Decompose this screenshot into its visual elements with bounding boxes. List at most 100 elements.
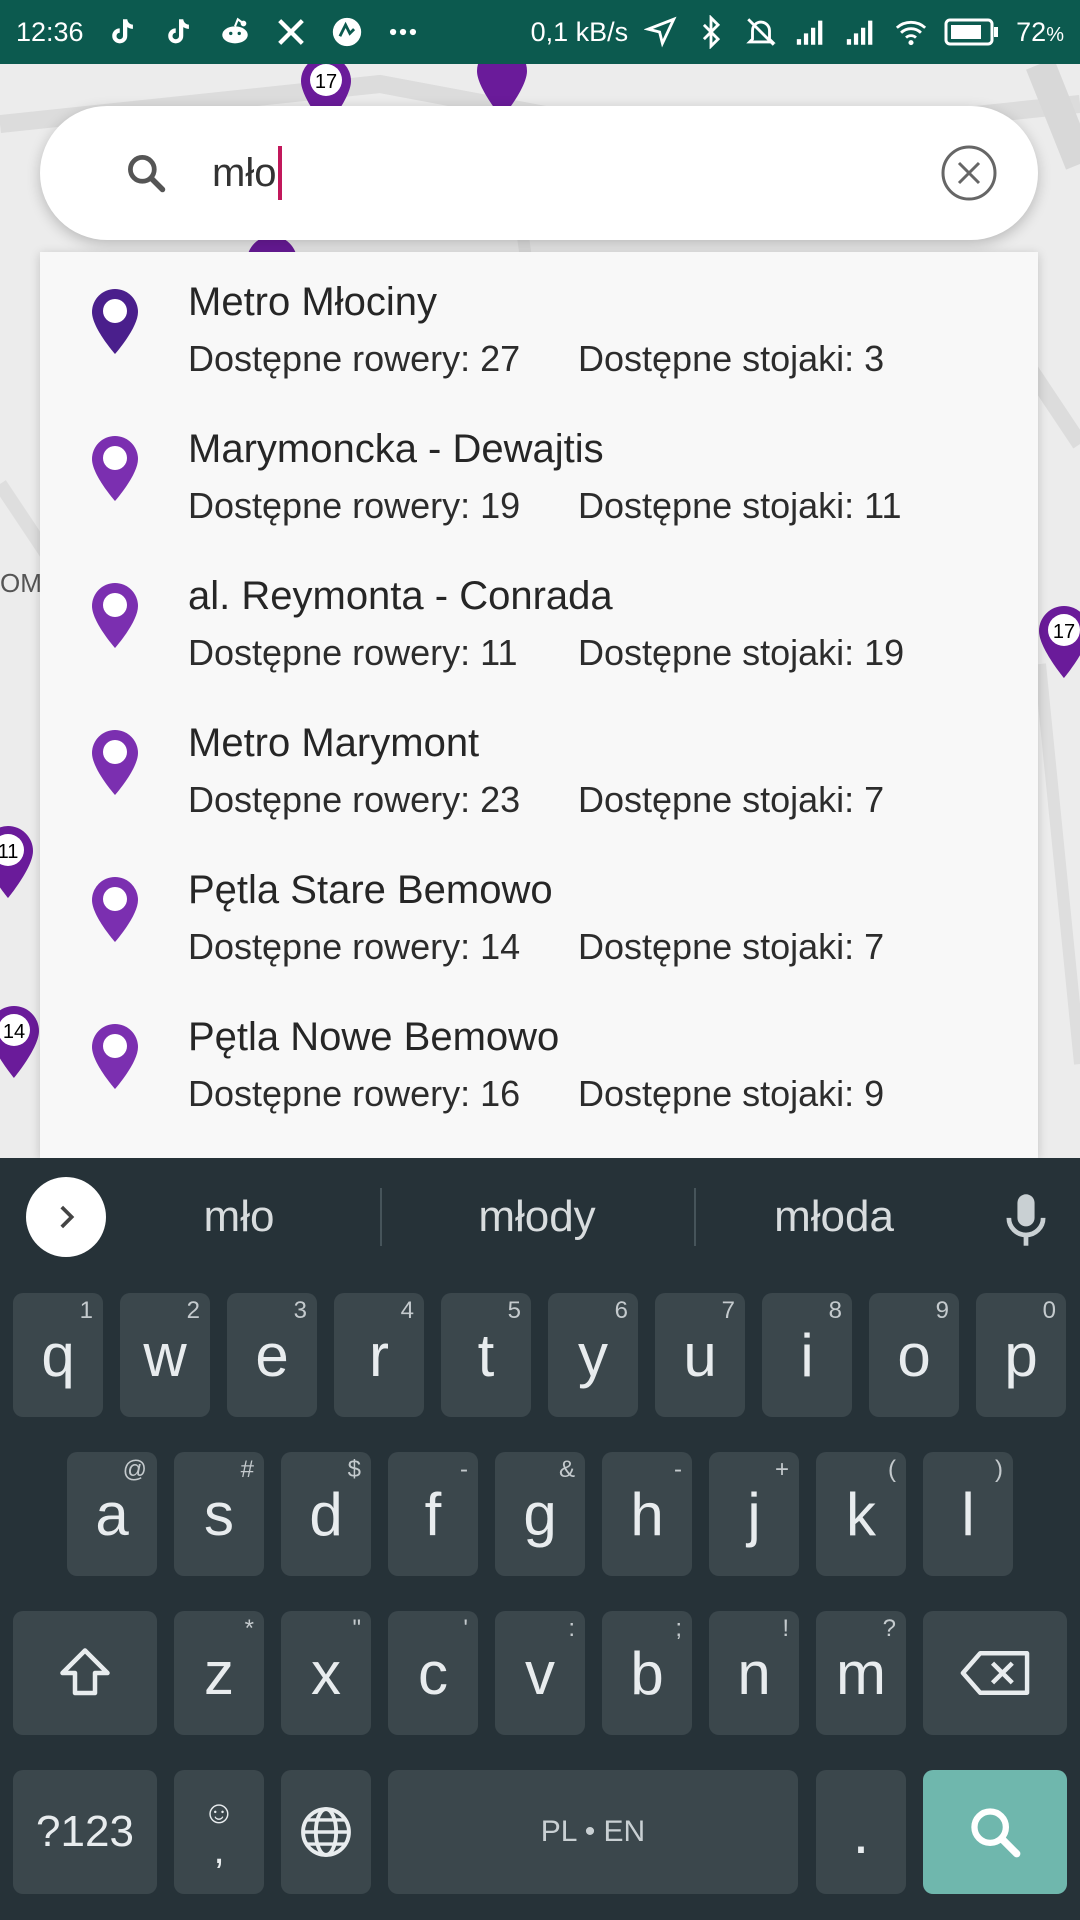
key-i[interactable]: i8 [762, 1293, 852, 1417]
suggestions-list: Metro Młociny Dostępne rowery: 27 Dostęp… [40, 252, 1038, 1158]
location-pin-icon [92, 436, 138, 501]
clear-circle-icon[interactable] [940, 144, 998, 202]
period-key[interactable]: . [816, 1770, 906, 1894]
symbols-key[interactable]: ?123 [13, 1770, 157, 1894]
map-place-label: OM [0, 568, 42, 598]
key-m[interactable]: m? [816, 1611, 906, 1735]
tiktok-icon [167, 19, 189, 44]
map-station-pin[interactable]: 14 [0, 1004, 42, 1080]
key-h[interactable]: h- [602, 1452, 692, 1576]
key-r[interactable]: r4 [334, 1293, 424, 1417]
shift-key[interactable] [13, 1611, 157, 1735]
station-name: Pętla Stare Bemowo [188, 868, 553, 912]
search-icon [128, 155, 166, 193]
suggestion-item[interactable]: al. Reymonta - Conrada Dostępne rowery: … [40, 546, 1038, 693]
map-station-pin[interactable]: 17 [1036, 604, 1080, 680]
signal-icon [846, 20, 873, 45]
chevron-right-icon [60, 1205, 75, 1229]
available-bikes: Dostępne rowery: 14 [188, 926, 521, 967]
backspace-key[interactable] [923, 1611, 1067, 1735]
available-racks: Dostępne stojaki: 9 [578, 1073, 885, 1114]
key-v[interactable]: v: [495, 1611, 585, 1735]
key-t[interactable]: t5 [441, 1293, 531, 1417]
wifi-icon [896, 20, 927, 46]
map-pin-count: 17 [315, 71, 337, 93]
backspace-icon [960, 1651, 1030, 1695]
key-d[interactable]: d $ [281, 1452, 371, 1576]
key-w[interactable]: w2 [120, 1293, 210, 1417]
suggestion-item[interactable]: Metro Marymont Dostępne rowery: 23 Dostę… [40, 693, 1038, 840]
language-key[interactable] [281, 1770, 371, 1894]
globe-icon [301, 1807, 351, 1857]
suggestion-item[interactable]: Metro Młociny Dostępne rowery: 27 Dostęp… [40, 252, 1038, 399]
key-e[interactable]: e3 [227, 1293, 317, 1417]
key-z[interactable]: z * [174, 1611, 264, 1735]
status-bar: 12:36 0,1 kB/s 72% [0, 0, 1080, 64]
key-c[interactable]: c ' [388, 1611, 478, 1735]
key-l[interactable]: l) [923, 1452, 1013, 1576]
prediction-word[interactable]: młoda [684, 1192, 984, 1242]
station-name: al. Reymonta - Conrada [188, 574, 613, 618]
map-station-pin[interactable]: 11 [0, 824, 36, 900]
battery-unit: % [1046, 23, 1064, 46]
location-pin-icon [92, 730, 138, 795]
available-racks: Dostępne stojaki: 3 [578, 338, 885, 379]
silent-icon [746, 18, 776, 46]
comma-label: , [213, 1828, 225, 1872]
key-f[interactable]: f- [388, 1452, 478, 1576]
available-racks: Dostępne stojaki: 7 [578, 779, 885, 820]
key-b[interactable]: b; [602, 1611, 692, 1735]
station-name: Metro Marymont [188, 721, 480, 765]
key-y[interactable]: y6 [548, 1293, 638, 1417]
comma-emoji-key[interactable]: ☺ , [174, 1770, 264, 1894]
map-pin-count: 11 [0, 841, 18, 863]
battery-percent: 72 [1016, 16, 1047, 47]
prediction-word[interactable]: mło [89, 1192, 389, 1242]
available-bikes: Dostępne rowery: 23 [188, 779, 521, 820]
location-pin-icon [92, 289, 138, 354]
suggestion-item[interactable]: Pętla Nowe Bemowo Dostępne rowery: 16 Do… [40, 987, 1038, 1134]
prediction-word[interactable]: młody [387, 1192, 687, 1242]
map-pin-count: 17 [1053, 621, 1075, 643]
prediction-divider [380, 1188, 382, 1246]
location-icon [644, 16, 677, 48]
search-icon [971, 1808, 1021, 1858]
location-pin-icon [92, 877, 138, 942]
search-bar[interactable]: mło [40, 106, 1038, 240]
key-s[interactable]: s # [174, 1452, 264, 1576]
available-bikes: Dostępne rowery: 27 [188, 338, 521, 379]
tiktok-icon [111, 19, 133, 44]
key-p[interactable]: p0 [976, 1293, 1066, 1417]
key-o[interactable]: o9 [869, 1293, 959, 1417]
bluetooth-icon [703, 15, 721, 49]
location-pin-icon [92, 583, 138, 648]
station-name: Marymoncka - Dewajtis [188, 427, 604, 471]
key-u[interactable]: u7 [655, 1293, 745, 1417]
key-q[interactable]: q1 [13, 1293, 103, 1417]
key-k[interactable]: k( [816, 1452, 906, 1576]
available-bikes: Dostępne rowery: 19 [188, 485, 521, 526]
key-j[interactable]: j + [709, 1452, 799, 1576]
key-g[interactable]: g & [495, 1452, 585, 1576]
search-action-key[interactable] [923, 1770, 1067, 1894]
available-bikes: Dostępne rowery: 11 [188, 632, 518, 673]
station-name: Metro Młociny [188, 280, 437, 324]
available-racks: Dostępne stojaki: 11 [578, 485, 902, 526]
space-key[interactable]: PL • EN [388, 1770, 798, 1894]
suggestion-item[interactable]: Pętla Stare Bemowo Dostępne rowery: 14 D… [40, 840, 1038, 987]
suggestion-item[interactable]: Marymoncka - Dewajtis Dostępne rowery: 1… [40, 399, 1038, 546]
x-icon [277, 19, 304, 45]
key-x[interactable]: x " [281, 1611, 371, 1735]
reddit-icon [221, 17, 248, 44]
available-racks: Dostępne stojaki: 7 [578, 926, 885, 967]
status-time: 12:36 [16, 16, 84, 47]
search-input[interactable]: mło [212, 151, 276, 196]
soft-keyboard: mło młody młoda q1 w2 e3 r4 t5 y6 u7 i8 … [0, 1158, 1080, 1920]
app-icon [332, 17, 361, 47]
key-n[interactable]: n! [709, 1611, 799, 1735]
key-a[interactable]: a @ [67, 1452, 157, 1576]
microphone-icon[interactable] [1000, 1190, 1052, 1250]
battery-icon [944, 18, 999, 46]
prediction-bar: mło młody młoda [0, 1158, 1080, 1276]
more-icon [389, 28, 416, 36]
